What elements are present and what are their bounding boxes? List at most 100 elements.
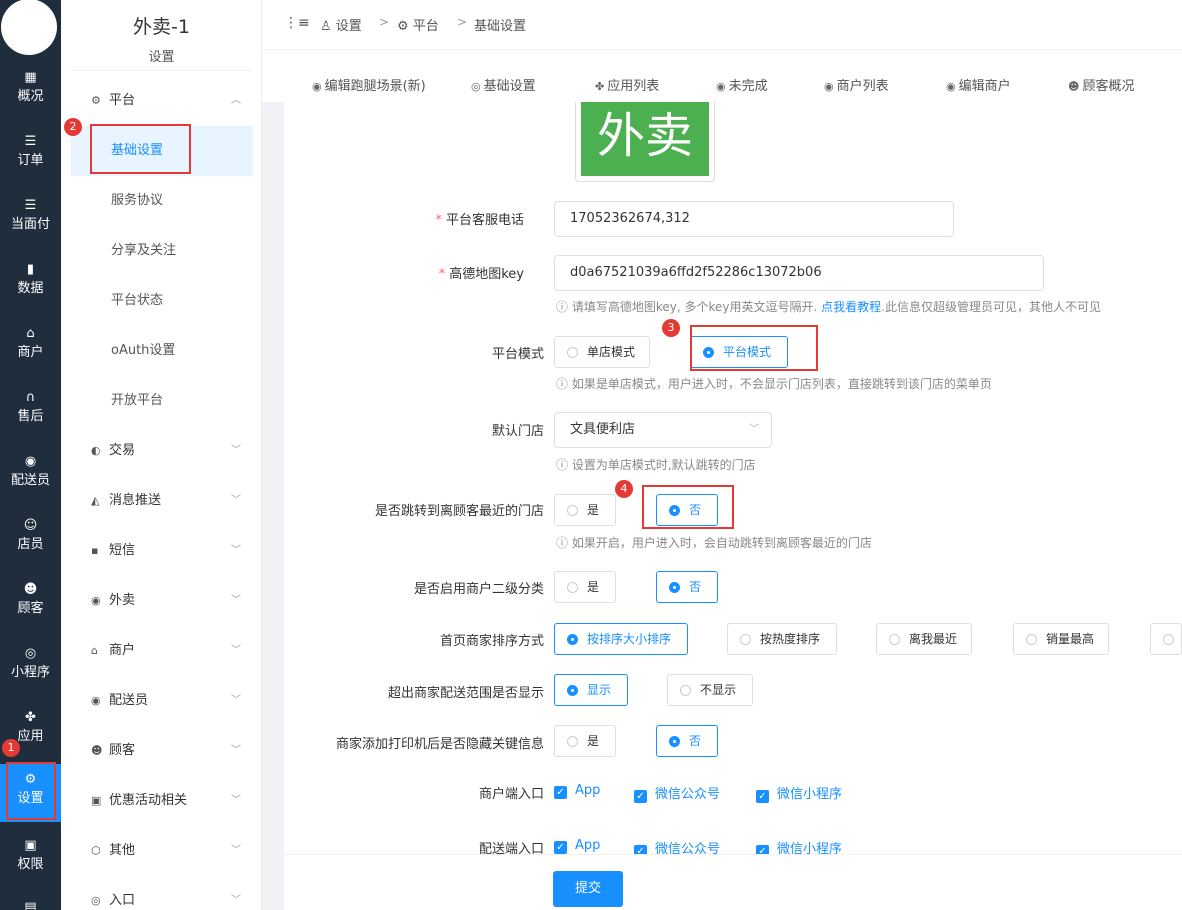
subnav-item-share-follow[interactable]: 分享及关注 xyxy=(71,226,253,276)
nav-item-merchants[interactable]: ⌂ 商户 xyxy=(0,318,61,376)
subnav-group-takeaway[interactable]: ◉ 外卖 ﹀ xyxy=(71,576,261,626)
radio-nearest-no[interactable]: 否 xyxy=(656,494,718,526)
subnav-item-open-platform[interactable]: 开放平台 xyxy=(71,376,253,426)
nav-item-orders[interactable]: ☰ 订单 xyxy=(0,126,61,184)
headset-icon: ∩ xyxy=(25,390,36,405)
nav-item-staff[interactable]: ☺ 店员 xyxy=(0,510,61,568)
nav-item-permissions[interactable]: ▣ 权限 xyxy=(0,830,61,888)
radio-subcategory-yes[interactable]: 是 xyxy=(554,571,616,603)
tab-label: 编辑跑腿场景(新) xyxy=(324,79,426,94)
divider xyxy=(71,70,252,71)
subnav-item-service-agreement[interactable]: 服务协议 xyxy=(71,176,253,226)
nav-item-face-pay[interactable]: ☰ 当面付 xyxy=(0,190,61,248)
tab-customer-overview[interactable]: ☻ 顾客概况 xyxy=(1068,75,1134,94)
radio-sort-sales[interactable]: 销量最高 xyxy=(1013,623,1109,655)
subnav-item-oauth[interactable]: oAuth设置 xyxy=(71,326,253,376)
tab-incomplete[interactable]: ◉ 未完成 xyxy=(716,75,768,94)
app-title: 外卖-1 xyxy=(133,16,190,38)
page-tabs: ◉ 编辑跑腿场景(新) ◎ 基础设置 ✤ 应用列表 ◉ 未完成 ◉ 商户列表 ◉ 编辑商户 … xyxy=(262,62,1182,102)
subnav-item-basic-settings[interactable]: 基础设置 xyxy=(71,126,253,176)
tab-app-list[interactable]: ✤ 应用列表 xyxy=(595,75,659,94)
breadcrumb-label: 设置 xyxy=(335,19,362,34)
store-icon: ⌂ xyxy=(91,644,98,657)
phone-input[interactable]: 17052362674,312 xyxy=(554,201,954,237)
nav-label: 售后 xyxy=(17,409,44,424)
subnav-group-merchant[interactable]: ⌂ 商户 ﹀ xyxy=(71,626,261,676)
subnav-group-platform[interactable]: ⚙ 平台 ︿ xyxy=(71,76,261,126)
nav-item-customers[interactable]: ☻ 顾客 xyxy=(0,574,61,632)
nav-item-riders[interactable]: ◉ 配送员 xyxy=(0,446,61,504)
default-store-select[interactable]: 文具便利店 ﹀ xyxy=(554,412,772,448)
checkbox-merchant-official-account[interactable]: ✓ 微信公众号 xyxy=(634,783,720,803)
radio-sort-more[interactable] xyxy=(1150,623,1182,655)
radio-single-store[interactable]: 单店模式 xyxy=(554,336,650,368)
subnav-group-rider[interactable]: ◉ 配送员 ﹀ xyxy=(71,676,261,726)
tab-label: 编辑商户 xyxy=(958,79,1011,94)
collapse-menu-icon[interactable]: ⋮≡ xyxy=(284,15,310,31)
send-icon: ◭ xyxy=(91,494,100,507)
radio-printer-no[interactable]: 否 xyxy=(656,725,718,757)
nav-item-overview[interactable]: ▦ 概况 xyxy=(0,62,61,120)
checkbox-merchant-mini-program[interactable]: ✓ 微信小程序 xyxy=(756,783,842,803)
radio-hide[interactable]: 不显示 xyxy=(667,674,753,706)
group-label: 其他 xyxy=(109,843,136,858)
tab-edit-errand-scene[interactable]: ◉ 编辑跑腿场景(新) xyxy=(312,75,426,94)
tab-merchant-list[interactable]: ◉ 商户列表 xyxy=(824,75,889,94)
avatar[interactable] xyxy=(1,0,57,55)
group-label: 消息推送 xyxy=(109,493,162,508)
nav-label: 店员 xyxy=(17,537,44,552)
scooter-icon: ◉ xyxy=(91,694,101,707)
phone-label: * 平台客服电话 xyxy=(435,213,524,228)
nav-label: 配送员 xyxy=(10,473,50,488)
subnav-group-other[interactable]: ⬡ 其他 ﹀ xyxy=(71,826,261,876)
nav-item-after-sales[interactable]: ∩ 售后 xyxy=(0,382,61,440)
subnav-group-entry[interactable]: ◎ 入口 ﹀ xyxy=(71,876,261,910)
breadcrumb-separator: > xyxy=(379,15,390,29)
subnav-group-trade[interactable]: ◐ 交易 ﹀ xyxy=(71,426,261,476)
chevron-down-icon: ﹀ xyxy=(231,845,241,856)
nav-item-mini-program[interactable]: ◎ 小程序 xyxy=(0,638,61,696)
subnav-group-sms[interactable]: ▪ 短信 ﹀ xyxy=(71,526,261,576)
breadcrumb-separator: > xyxy=(457,15,468,29)
group-label: 短信 xyxy=(109,543,136,558)
radio-sort-by-order[interactable]: 按排序大小排序 xyxy=(554,623,688,655)
submit-button[interactable]: 提交 xyxy=(553,871,623,907)
radio-sort-nearest[interactable]: 离我最近 xyxy=(876,623,972,655)
form-footer: 提交 xyxy=(284,854,1182,910)
nav-item-more[interactable]: ▤ xyxy=(0,892,61,910)
breadcrumb-platform[interactable]: ⚙ 平台 xyxy=(397,15,439,34)
group-label: 配送员 xyxy=(109,693,149,708)
check-icon: ✓ xyxy=(554,841,567,854)
amap-key-input[interactable]: d0a67521039a6ffd2f52286c13072b06 xyxy=(554,255,1044,291)
user-circle-icon: ☻ xyxy=(91,744,103,757)
checkbox-rider-app[interactable]: ✓ App xyxy=(554,838,600,854)
chevron-up-icon: ︿ xyxy=(231,95,241,106)
user-settings-icon: ♙ xyxy=(320,19,336,34)
breadcrumb-settings[interactable]: ♙ 设置 xyxy=(320,15,362,34)
radio-subcategory-no[interactable]: 否 xyxy=(656,571,718,603)
tab-label: 应用列表 xyxy=(607,79,660,94)
scooter-icon: ◉ xyxy=(312,80,322,93)
tab-basic-settings[interactable]: ◎ 基础设置 xyxy=(471,75,536,94)
section-subtitle: 设置 xyxy=(148,50,175,65)
logo-preview[interactable]: 外卖 xyxy=(575,102,715,182)
radio-nearest-yes[interactable]: 是 xyxy=(554,494,616,526)
subnav-group-customer[interactable]: ☻ 顾客 ﹀ xyxy=(71,726,261,776)
annotation-badge-4: 4 xyxy=(615,480,633,498)
radio-printer-yes[interactable]: 是 xyxy=(554,725,616,757)
tutorial-link[interactable]: 点我看教程 xyxy=(821,300,881,314)
radio-platform-mode[interactable]: 平台模式 xyxy=(690,336,788,368)
default-store-label: 默认门店 xyxy=(491,424,544,439)
gear-icon: ⚙ xyxy=(397,19,413,34)
nav-item-data[interactable]: ▮ 数据 xyxy=(0,254,61,312)
subnav-group-promotions[interactable]: ▣ 优惠活动相关 ﹀ xyxy=(71,776,261,826)
group-label: 平台 xyxy=(109,93,136,108)
tab-edit-merchant[interactable]: ◉ 编辑商户 xyxy=(946,75,1011,94)
subnav-item-platform-status[interactable]: 平台状态 xyxy=(71,276,253,326)
subnav-group-push[interactable]: ◭ 消息推送 ﹀ xyxy=(71,476,261,526)
radio-sort-by-popularity[interactable]: 按热度排序 xyxy=(727,623,837,655)
radio-show[interactable]: 显示 xyxy=(554,674,628,706)
checkbox-merchant-app[interactable]: ✓ App xyxy=(554,783,600,799)
nav-item-settings[interactable]: ⚙ 设置 xyxy=(0,764,61,822)
chevron-down-icon: ﹀ xyxy=(231,895,241,906)
